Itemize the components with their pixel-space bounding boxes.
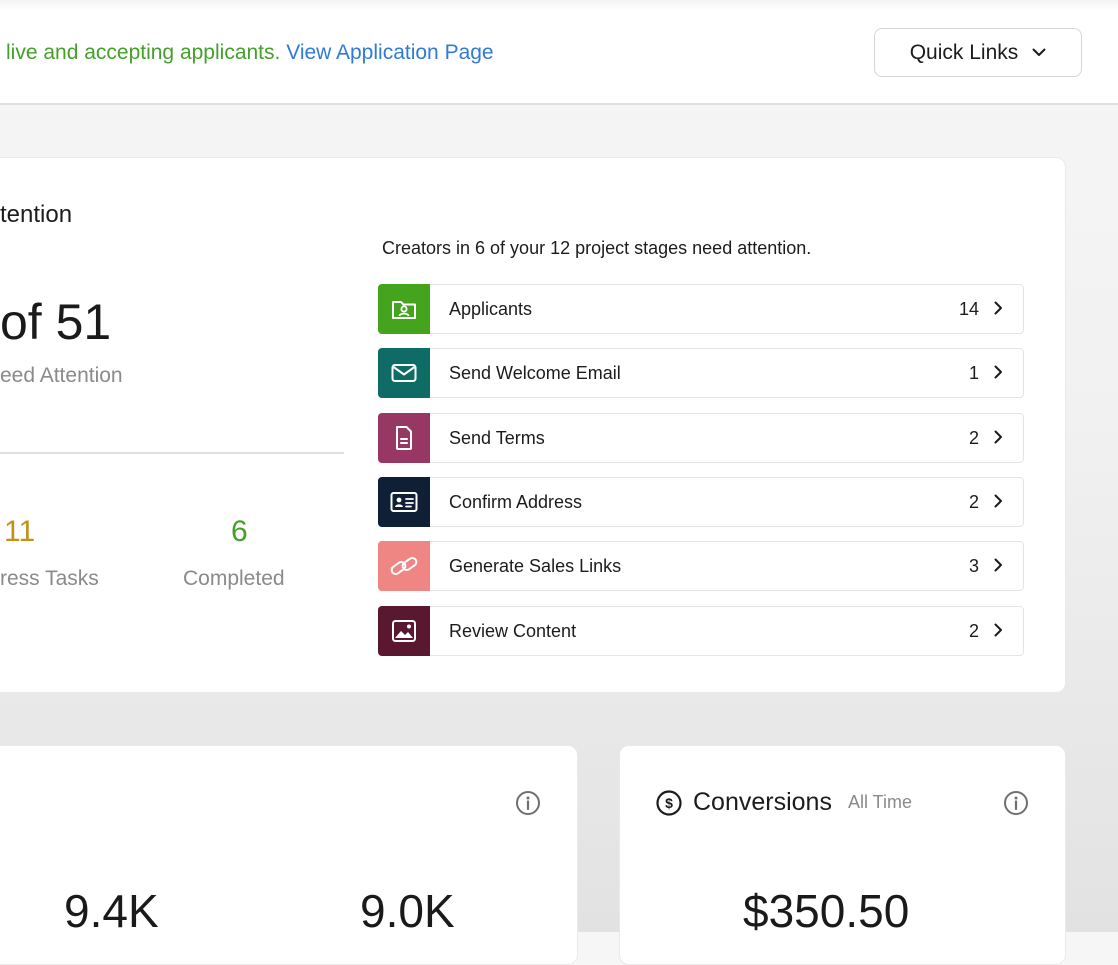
- link-icon: [378, 541, 430, 591]
- envelope-icon: [378, 348, 430, 398]
- stage-label: Applicants: [449, 299, 533, 319]
- metric-value: 9.4K: [64, 885, 159, 937]
- stage-count: 3: [968, 556, 979, 576]
- completed-count: 6: [231, 515, 248, 548]
- completed-label: Completed: [183, 567, 285, 590]
- conversions-period: All Time: [847, 792, 912, 812]
- conversions-title: Conversions: [693, 788, 832, 816]
- dollar-circle-icon: $: [656, 789, 682, 816]
- stage-row-generate-sales-links[interactable]: Generate Sales Links 3: [378, 541, 1024, 591]
- quick-links-button[interactable]: Quick Links: [874, 28, 1082, 77]
- stage-count: 14: [958, 299, 979, 319]
- stage-count: 2: [968, 428, 979, 448]
- stage-count: 1: [968, 363, 979, 383]
- chevron-right-icon: [994, 365, 1002, 379]
- banner-status-text: live and accepting applicants.: [6, 41, 281, 64]
- quick-links-label: Quick Links: [909, 40, 1019, 64]
- stage-row-review-content[interactable]: Review Content 2: [378, 606, 1024, 656]
- info-icon[interactable]: [1003, 790, 1029, 816]
- stage-row-send-welcome-email[interactable]: Send Welcome Email 1: [378, 348, 1024, 398]
- in-progress-tasks-count: 11: [4, 515, 36, 548]
- metric-value: 9.0K: [360, 885, 455, 937]
- chevron-right-icon: [994, 494, 1002, 508]
- stage-row-applicants[interactable]: Applicants 14: [378, 284, 1024, 334]
- stage-label: Send Welcome Email: [449, 363, 621, 383]
- attention-subtitle: eed Attention: [0, 364, 123, 387]
- in-progress-tasks-label: ress Tasks: [0, 567, 99, 590]
- chevron-right-icon: [994, 558, 1002, 572]
- chevron-right-icon: [994, 430, 1002, 444]
- chevron-right-icon: [994, 301, 1002, 315]
- view-application-page-link[interactable]: View Application Page: [286, 41, 493, 64]
- stages-intro-text: Creators in 6 of your 12 project stages …: [382, 238, 812, 258]
- stage-row-send-terms[interactable]: Send Terms 2: [378, 413, 1024, 463]
- id-card-icon: [378, 477, 430, 527]
- stage-count: 2: [968, 492, 979, 512]
- image-icon: [378, 606, 430, 656]
- document-icon: [378, 413, 430, 463]
- svg-text:$: $: [665, 795, 673, 811]
- chevron-down-icon: [1032, 48, 1046, 56]
- stage-label: Send Terms: [449, 428, 545, 448]
- application-banner: live and accepting applicants. View Appl…: [6, 41, 494, 65]
- stage-label: Generate Sales Links: [449, 556, 622, 576]
- conversions-header: $ Conversions All Time: [655, 788, 912, 817]
- info-icon[interactable]: [515, 790, 541, 816]
- attention-title: tention: [0, 201, 73, 228]
- attention-count: of 51: [0, 294, 112, 350]
- folder-user-icon: [378, 284, 430, 334]
- conversions-value: $350.50: [743, 885, 910, 937]
- stage-label: Confirm Address: [449, 492, 583, 512]
- top-bar: live and accepting applicants. View Appl…: [0, 0, 1118, 105]
- chevron-right-icon: [994, 623, 1002, 637]
- divider: [0, 452, 344, 454]
- stage-label: Review Content: [449, 621, 577, 641]
- stage-row-confirm-address[interactable]: Confirm Address 2: [378, 477, 1024, 527]
- stage-count: 2: [968, 621, 979, 641]
